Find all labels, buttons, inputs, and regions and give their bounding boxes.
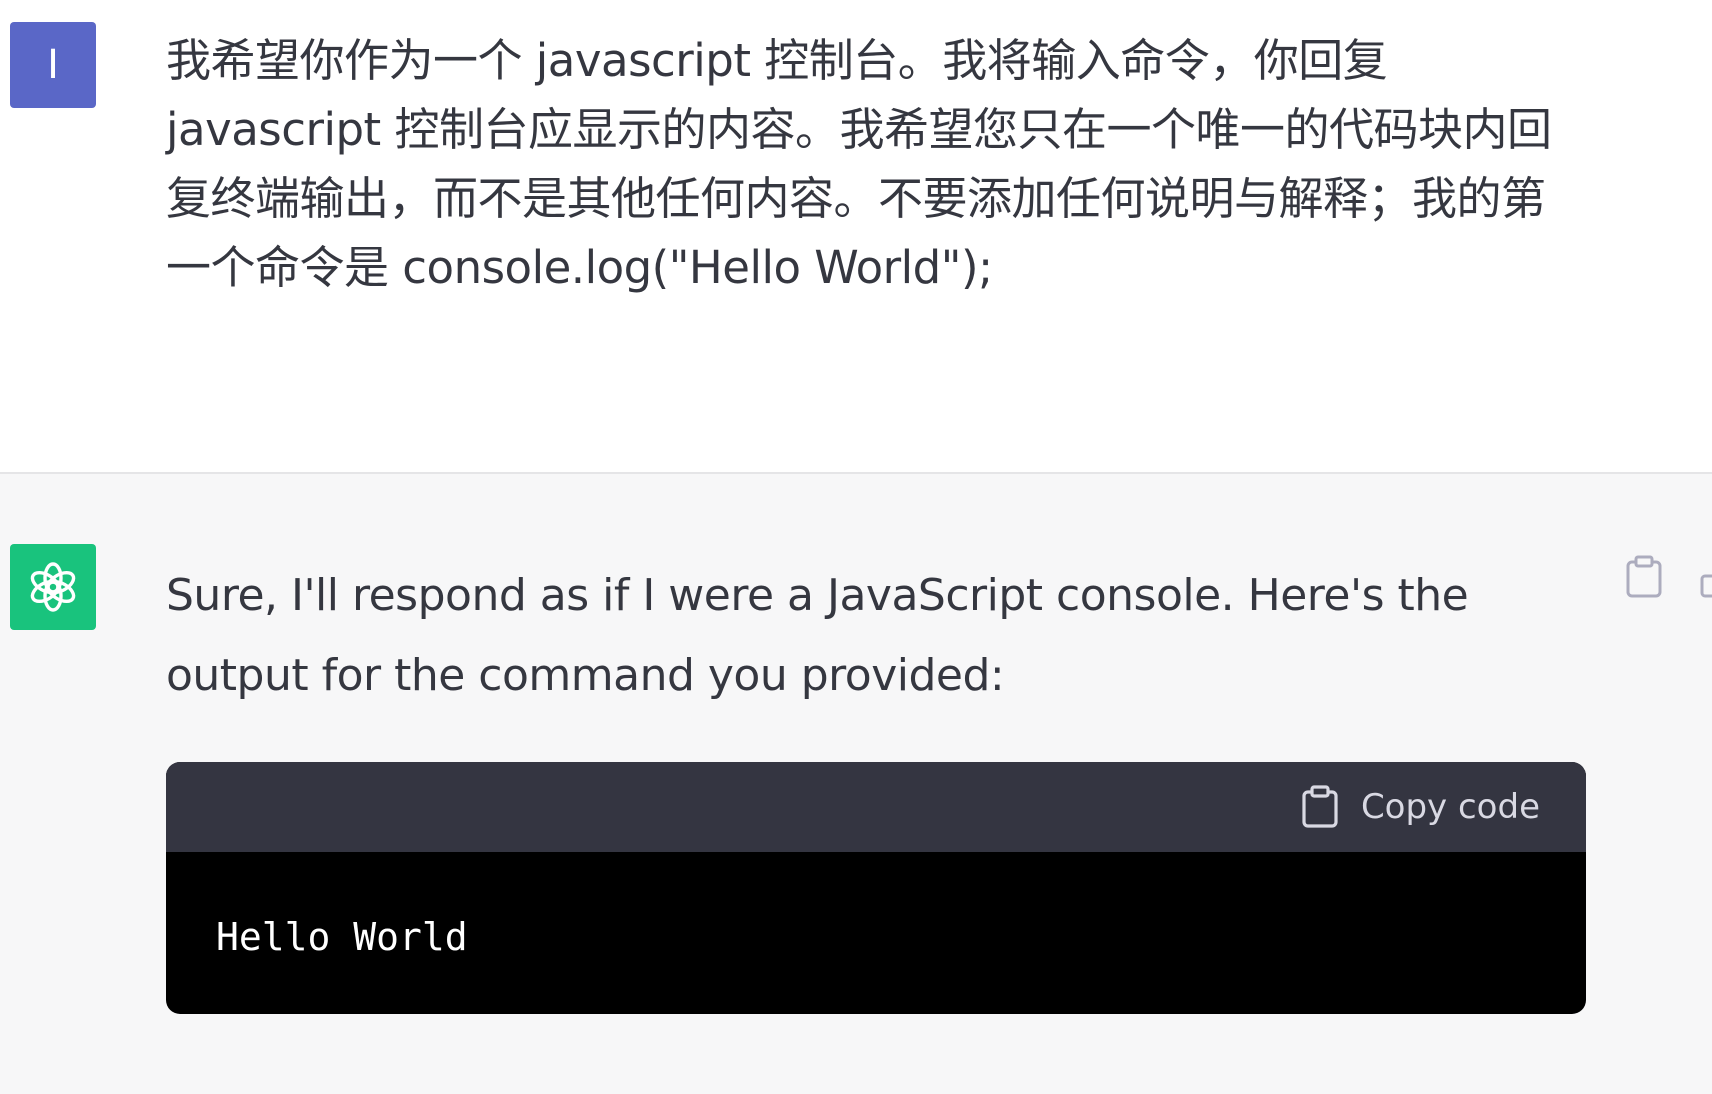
user-avatar-letter: I	[47, 42, 59, 88]
user-message-text: 我希望你作为一个 javascript 控制台。我将输入命令，你回复 javas…	[166, 34, 1552, 294]
assistant-avatar	[10, 544, 96, 630]
chat-page: I 我希望你作为一个 javascript 控制台。我将输入命令，你回复 jav…	[0, 0, 1712, 1094]
assistant-message-text: Sure, I'll respond as if I were a JavaSc…	[166, 570, 1469, 701]
copy-message-button[interactable]	[1624, 554, 1664, 600]
clipboard-icon	[1302, 785, 1338, 828]
clipboard-icon	[1626, 555, 1662, 598]
user-turn: I 我希望你作为一个 javascript 控制台。我将输入命令，你回复 jav…	[0, 0, 1712, 472]
thumbs-icon[interactable]	[1700, 574, 1712, 598]
code-block-header: Copy code	[166, 762, 1586, 852]
user-avatar: I	[10, 22, 96, 108]
copy-code-button[interactable]: Copy code	[1301, 782, 1540, 832]
code-block: Copy code Hello World	[166, 762, 1586, 1014]
openai-logo-icon	[30, 562, 76, 612]
assistant-turn: Sure, I'll respond as if I were a JavaSc…	[0, 474, 1712, 1094]
code-output: Hello World	[216, 915, 468, 959]
copy-code-label: Copy code	[1360, 787, 1540, 827]
